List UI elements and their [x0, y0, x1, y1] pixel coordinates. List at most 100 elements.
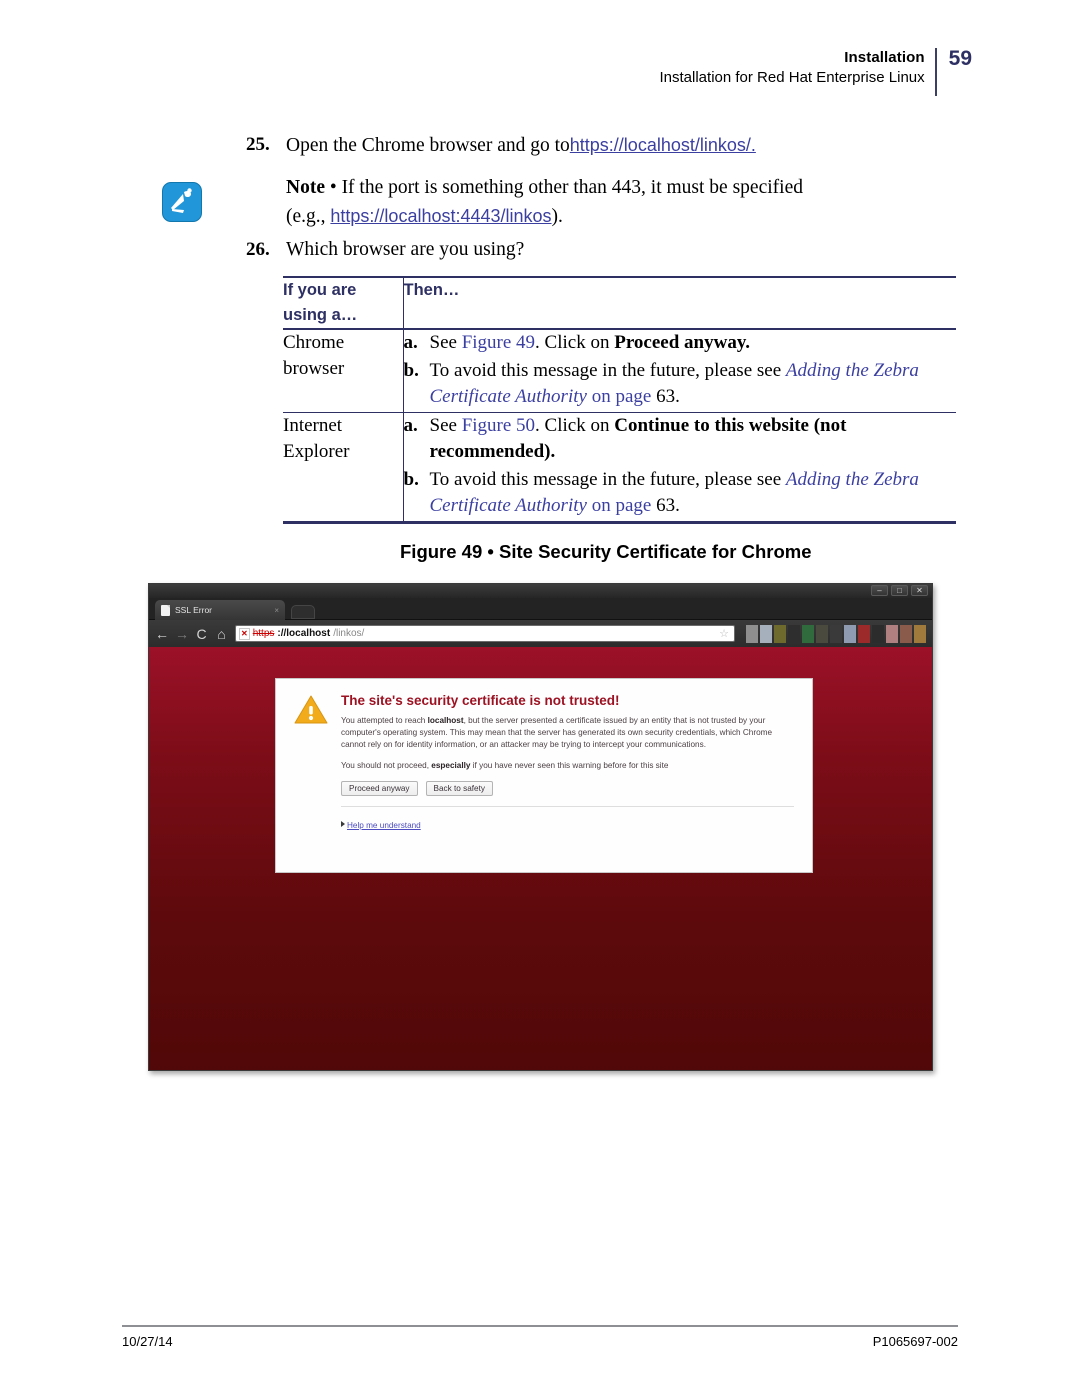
item-marker-a: a. [403, 415, 418, 436]
table-header-col1-line1: If you are [283, 281, 357, 299]
item-text-a: See Figure 49. Click on Proceed anyway. [430, 330, 957, 356]
list-item: a. See Figure 49. Click on Proceed anywa… [404, 330, 957, 356]
ssl-p1-a: You attempted to reach [341, 716, 428, 725]
header-divider [934, 48, 937, 96]
item-text-a: See Figure 50. Click on Continue to this… [430, 413, 957, 465]
bookmark-star-icon[interactable]: ☆ [719, 627, 731, 640]
localhost-linkos-link[interactable]: https://localhost/linkos/. [570, 135, 756, 155]
bookmark-thumb[interactable] [900, 624, 912, 643]
table-bottom-rule [283, 521, 956, 524]
header-title: Installation [844, 49, 925, 66]
footer-part-number: P1065697-002 [872, 1334, 958, 1349]
row-ie-label: Internet Explorer [283, 413, 403, 521]
item-marker-b: b. [403, 359, 419, 381]
page-header: Installation Installation for Red Hat En… [660, 47, 972, 96]
step-26-text: Which browser are you using? [286, 239, 525, 260]
ssl-p2-b: if you have never seen this warning befo… [470, 761, 669, 770]
bookmark-thumb[interactable] [886, 624, 898, 643]
address-bar[interactable]: ✕ https ://localhost /linkos/ ☆ [235, 625, 735, 642]
step-25-body: Open the Chrome browser and go tohttps:/… [286, 135, 756, 156]
close-icon[interactable]: ✕ [911, 585, 928, 596]
ie-b-post: . [675, 495, 680, 516]
step-25: 25. Open the Chrome browser and go tohtt… [246, 132, 946, 159]
row-chrome-line1: Chrome [283, 331, 345, 353]
ssl-paragraph-2: You should not proceed, especially if yo… [341, 760, 794, 772]
url-path: /linkos/ [333, 628, 365, 639]
ie-b-page: 63 [656, 495, 676, 516]
note-line-1: Note • If the port is something other th… [286, 174, 926, 202]
ssl-p1-host: localhost [427, 716, 464, 725]
table-bottom-rule-row [283, 521, 956, 524]
item-b-post: . [675, 385, 680, 407]
back-to-safety-button[interactable]: Back to safety [425, 781, 493, 796]
proceed-anyway-button[interactable]: Proceed anyway [341, 781, 418, 796]
chrome-browser-screenshot: – □ ✕ SSL Error × ← → C ⌂ ✕ https ://loc… [148, 583, 933, 1071]
help-me-understand-link[interactable]: Help me understand [347, 821, 421, 830]
bookmark-thumb[interactable] [914, 624, 926, 643]
table-header-col2: Then… [402, 278, 956, 328]
list-item: a. See Figure 50. Click on Continue to t… [404, 413, 957, 465]
figure-49-reference[interactable]: Figure 49 [462, 332, 535, 353]
bookmark-thumb[interactable] [844, 624, 856, 643]
item-marker-a: a. [403, 331, 418, 353]
warning-icon-svg [294, 695, 328, 724]
browser-tabstrip: SSL Error × [149, 598, 932, 620]
step-26: 26. Which browser are you using? [246, 237, 946, 263]
item-text-b: To avoid this message in the future, ple… [430, 467, 957, 519]
new-tab-button[interactable] [291, 605, 315, 619]
ssl-action-buttons: Proceed anyway Back to safety [341, 781, 794, 796]
ie-a-pre: See [429, 415, 462, 436]
minimize-icon[interactable]: – [871, 585, 888, 596]
reload-icon[interactable]: C [195, 627, 208, 641]
tab-ssl-error[interactable]: SSL Error × [155, 600, 285, 620]
figure-50-reference[interactable]: Figure 50 [462, 415, 535, 436]
page-number: 59 [948, 47, 972, 70]
bookmark-thumb[interactable] [830, 624, 842, 643]
note-label: Note [286, 177, 325, 198]
bookmark-thumb[interactable] [802, 624, 814, 643]
bookmark-thumb[interactable] [746, 624, 758, 643]
back-icon[interactable]: ← [155, 627, 169, 641]
bookmark-thumb[interactable] [858, 624, 870, 643]
ie-b-mid: on page [586, 495, 657, 516]
item-text-b: To avoid this message in the future, ple… [430, 358, 957, 410]
note-suffix: ). [551, 206, 563, 227]
tab-close-icon[interactable]: × [274, 606, 279, 615]
table-header-col1-line2: using a… [283, 306, 358, 324]
bookmark-thumb[interactable] [760, 624, 772, 643]
row-ie-line1: Internet [283, 415, 343, 436]
expand-arrow-icon[interactable] [341, 821, 345, 827]
ssl-dialog-top: The site's security certificate is not t… [294, 693, 794, 833]
zebra-note-icon [162, 182, 202, 222]
footer-divider [122, 1325, 958, 1327]
forward-icon[interactable]: → [175, 627, 189, 641]
item-b-page: 63 [656, 385, 676, 407]
bookmark-thumb[interactable] [774, 624, 786, 643]
row-chrome-label: Chrome browser [283, 330, 403, 412]
browser-page-content: The site's security certificate is not t… [149, 647, 932, 1070]
maximize-icon[interactable]: □ [891, 585, 908, 596]
localhost-4443-link[interactable]: https://localhost:4443/linkos [330, 206, 551, 226]
note-text: If the port is something other than 443,… [341, 177, 803, 198]
ie-a-mid: . Click on [535, 415, 615, 436]
note-line-2: (e.g., https://localhost:4443/linkos). [286, 202, 926, 231]
home-icon[interactable]: ⌂ [215, 627, 228, 641]
table-header-row: If you are using a… Then… [283, 278, 956, 328]
ssl-p2-especially: especially [431, 761, 471, 770]
ssl-warning-dialog: The site's security certificate is not t… [275, 678, 813, 873]
ssl-paragraph-1: You attempted to reach localhost, but th… [341, 715, 794, 751]
zebra-logo-icon [171, 188, 192, 213]
header-text-block: Installation Installation for Red Hat En… [660, 48, 935, 89]
note-prefix: (e.g., [286, 206, 331, 227]
bookmark-thumb[interactable] [816, 624, 828, 643]
bookmark-thumb[interactable] [872, 624, 884, 643]
row-chrome-actions: a. See Figure 49. Click on Proceed anywa… [402, 329, 957, 412]
table-row: Chrome browser a. See Figure 49. Click o… [283, 329, 957, 412]
browser-decision-table: If you are using a… Then… Chrome browser… [283, 276, 956, 524]
step-25-number: 25. [246, 134, 270, 155]
item-marker-b: b. [403, 469, 419, 490]
row-chrome-line2: browser [283, 357, 345, 379]
ssl-error-badge-icon: ✕ [239, 627, 250, 640]
list-item: b. To avoid this message in the future, … [404, 358, 957, 410]
bookmark-thumb[interactable] [788, 624, 800, 643]
